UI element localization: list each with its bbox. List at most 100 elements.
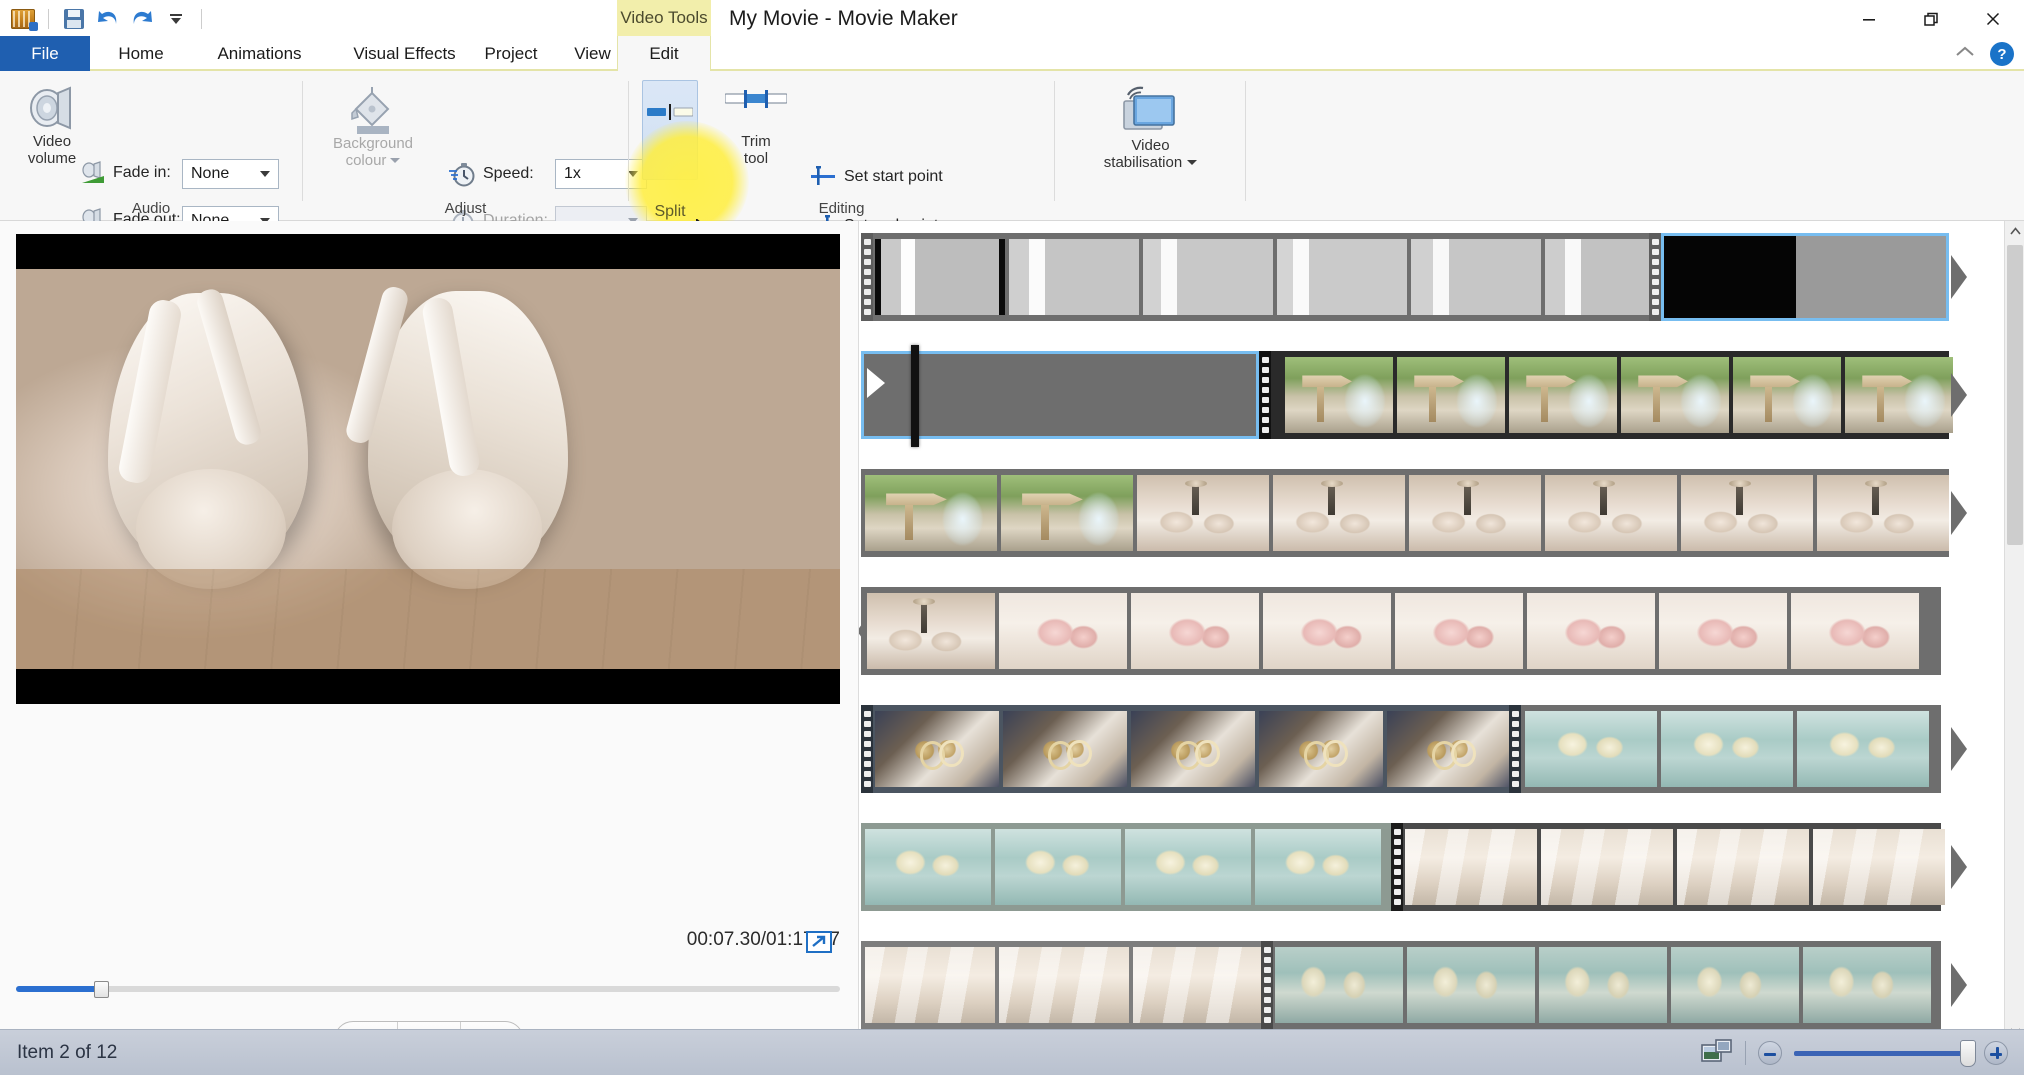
qat-divider — [48, 9, 49, 29]
timeline-row[interactable] — [859, 705, 1967, 793]
timeline-scrollbar[interactable] — [2004, 221, 2024, 1041]
background-colour-chevron-down-icon — [390, 158, 401, 163]
timeline-row[interactable] — [859, 345, 1967, 447]
window-controls — [1838, 0, 2024, 38]
frame-thumb — [1803, 947, 1931, 1023]
storyboard-timeline[interactable] — [858, 221, 2004, 1041]
frame-thumb — [1527, 593, 1655, 669]
filmstrip[interactable] — [1261, 941, 1941, 1029]
scrubber-thumb[interactable] — [94, 981, 109, 998]
filmstrip[interactable] — [1259, 351, 1953, 439]
fade-in-combobox[interactable]: None — [182, 159, 279, 189]
filmstrip[interactable] — [1521, 705, 1941, 793]
frame-thumb — [1733, 357, 1841, 433]
timeline-row[interactable] — [859, 233, 1967, 321]
background-colour-button[interactable]: Background colour — [313, 83, 433, 169]
zoom-controls — [1701, 1030, 2008, 1075]
zoom-slider-thumb[interactable] — [1960, 1039, 1976, 1067]
sprocket-holes-right — [1509, 705, 1521, 793]
zoom-divider — [1745, 1041, 1746, 1065]
frame-thumb — [1407, 947, 1535, 1023]
timeline-row[interactable] — [859, 587, 1959, 675]
playhead[interactable] — [911, 345, 919, 447]
filmstrip[interactable] — [1391, 823, 1945, 911]
timeline-row[interactable] — [859, 823, 1967, 911]
undo-icon[interactable] — [93, 5, 123, 33]
frame-thumb — [1541, 829, 1673, 905]
tab-file[interactable]: File — [0, 36, 90, 71]
frame-thumb — [1275, 947, 1403, 1023]
fade-in-icon — [82, 161, 104, 183]
redo-icon[interactable] — [127, 5, 157, 33]
fullscreen-icon[interactable] — [806, 931, 832, 953]
split-button-frame[interactable] — [642, 80, 698, 180]
selected-clip[interactable] — [861, 351, 1259, 439]
fade-in-value: None — [191, 165, 230, 182]
filmstrip[interactable] — [861, 587, 1941, 675]
frame-thumb — [875, 711, 999, 787]
frame-thumb — [1409, 475, 1541, 551]
frame-thumb — [1125, 829, 1251, 905]
storyboard-toggle-icon[interactable] — [1701, 1038, 1733, 1069]
tab-edit[interactable]: Edit — [617, 36, 711, 71]
trim-tool-button[interactable]: Trim tool — [717, 89, 795, 167]
frame-thumb — [1009, 239, 1139, 315]
frame-thumb — [1001, 475, 1133, 551]
video-preview[interactable] — [16, 234, 840, 704]
collapse-ribbon-icon[interactable] — [1954, 45, 1976, 64]
background-colour-label-2: colour — [345, 152, 387, 169]
selected-clip[interactable] — [1661, 233, 1949, 321]
speed-row[interactable]: Speed: — [448, 161, 534, 187]
tab-home[interactable]: Home — [90, 36, 192, 71]
close-button[interactable] — [1962, 0, 2024, 38]
help-icon[interactable]: ? — [1990, 42, 2014, 66]
quick-access-toolbar — [8, 4, 208, 34]
zoom-out-button[interactable] — [1758, 1041, 1782, 1065]
minimize-button[interactable] — [1838, 0, 1900, 38]
sprocket-holes-left — [1259, 351, 1271, 439]
frame-list — [1405, 829, 1949, 905]
sprocket-holes-right — [1649, 233, 1661, 321]
filmstrip[interactable] — [861, 469, 1949, 557]
restore-button[interactable] — [1900, 0, 1962, 38]
ribbon-group-audio: Video volume Fade in: None Fade out: Aud… — [0, 71, 302, 236]
zoom-in-button[interactable] — [1984, 1041, 2008, 1065]
status-item-count: Item 2 of 12 — [17, 1042, 118, 1063]
fade-in-chevron-down-icon[interactable] — [252, 160, 278, 188]
filmstrip[interactable] — [861, 233, 1675, 321]
sprocket-holes-left — [861, 705, 873, 793]
frame-thumb — [1003, 711, 1127, 787]
save-icon[interactable] — [59, 5, 89, 33]
customize-qat-icon[interactable] — [161, 5, 191, 33]
filmstrip[interactable] — [861, 705, 1521, 793]
frame-thumb — [1845, 357, 1953, 433]
tab-animations[interactable]: Animations — [192, 36, 327, 71]
frame-thumb — [1791, 593, 1919, 669]
sprocket-holes-left — [861, 233, 873, 321]
ribbon-tab-strip: File Home Animations Visual Effects Proj… — [0, 36, 2024, 71]
video-stabilisation-label-2: stabilisation — [1103, 154, 1183, 171]
frame-list — [875, 711, 1515, 787]
video-stabilisation-label-1: Video — [1131, 137, 1170, 154]
fade-in-row[interactable]: Fade in: — [80, 161, 171, 185]
timeline-row[interactable] — [859, 941, 1967, 1029]
filmstrip[interactable] — [861, 941, 1263, 1029]
trim-tool-label-1: Trim — [741, 133, 771, 150]
preview-scrubber[interactable] — [16, 981, 840, 998]
frame-thumb — [999, 947, 1129, 1023]
timeline-row[interactable] — [859, 469, 1967, 557]
video-volume-button[interactable]: Video volume — [12, 83, 92, 167]
title-bar: Video Tools My Movie - Movie Maker — [0, 0, 2024, 38]
zoom-slider[interactable] — [1794, 1039, 1976, 1067]
movie-maker-icon[interactable] — [8, 5, 38, 33]
group-label-audio: Audio — [131, 200, 171, 217]
scroll-up-arrow-icon[interactable] — [2005, 221, 2024, 241]
set-start-point-button[interactable]: Set start point — [809, 166, 943, 188]
speed-label: Speed: — [483, 165, 534, 182]
video-stabilisation-button[interactable]: Video stabilisation — [1073, 83, 1228, 171]
clip-continues-arrow — [1951, 963, 1967, 1007]
filmstrip[interactable] — [861, 823, 1391, 911]
scrollbar-thumb[interactable] — [2007, 245, 2023, 545]
speaker-icon — [30, 86, 71, 130]
frame-thumb — [1131, 711, 1255, 787]
